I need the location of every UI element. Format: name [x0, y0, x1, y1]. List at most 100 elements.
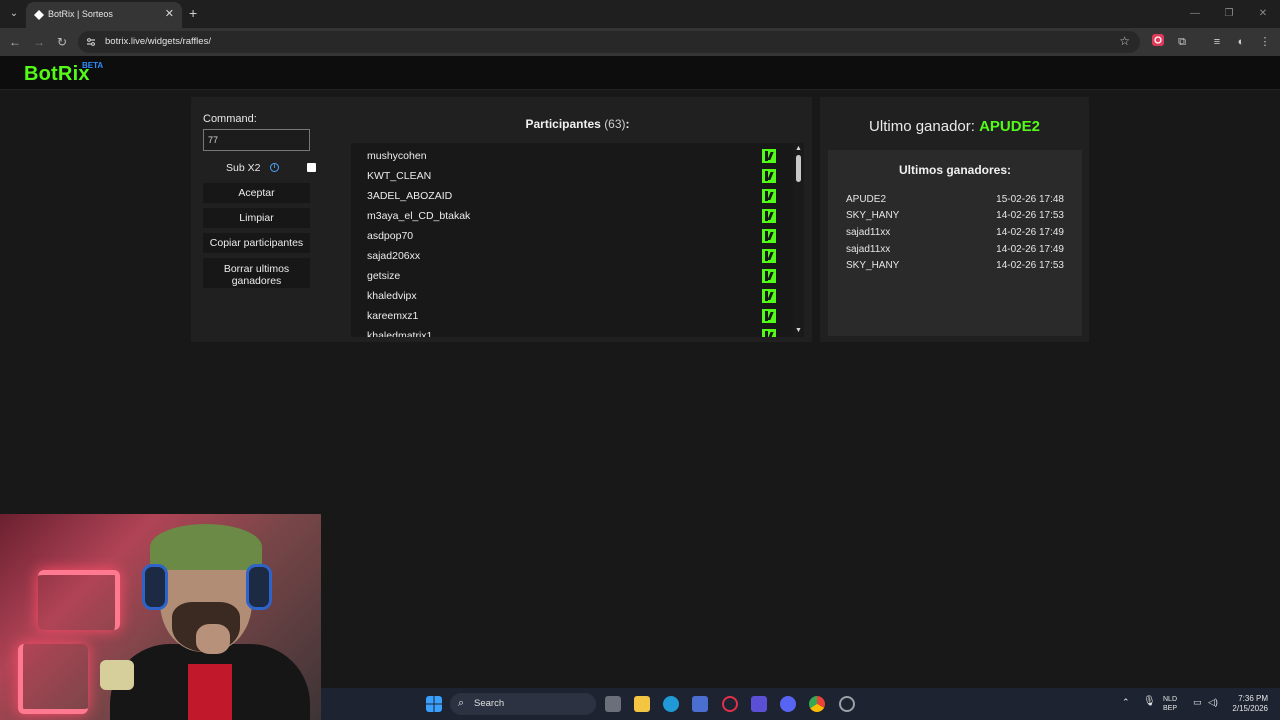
- chrome-menu-icon[interactable]: ⋮: [1257, 34, 1273, 50]
- copy-participants-button[interactable]: Copiar participantes: [203, 233, 310, 253]
- bookmark-star-icon[interactable]: ☆: [1119, 34, 1130, 48]
- kick-icon: [762, 249, 776, 263]
- store-icon[interactable]: [692, 696, 708, 712]
- scroll-thumb[interactable]: [796, 155, 801, 182]
- recent-winners-box: Ultimos ganadores: APUDE2 15-02-26 17:48 …: [828, 150, 1082, 336]
- media-controls-icon[interactable]: ≡: [1209, 34, 1225, 50]
- winner-row: APUDE2 15-02-26 17:48: [846, 192, 1064, 208]
- list-item: mushycohen: [351, 145, 793, 165]
- last-winner-name: APUDE2: [979, 118, 1040, 135]
- opera-icon[interactable]: [722, 696, 738, 712]
- settings-app-icon[interactable]: [839, 696, 855, 712]
- kick-icon: [762, 189, 776, 203]
- participant-name: kareemxz1: [367, 310, 419, 322]
- neon-light: [38, 570, 120, 630]
- windows-start-icon[interactable]: [426, 696, 442, 712]
- delete-last-winners-button[interactable]: Borrar ultimos ganadores: [203, 258, 310, 288]
- taskbar-search-placeholder: Search: [474, 698, 505, 709]
- back-icon[interactable]: ←: [7, 34, 23, 50]
- forward-icon[interactable]: →: [31, 34, 47, 50]
- volume-icon[interactable]: ◁): [1208, 698, 1218, 707]
- task-view-icon[interactable]: [605, 696, 621, 712]
- app-play-icon[interactable]: [751, 696, 767, 712]
- profile-icon[interactable]: ◐: [1233, 34, 1249, 50]
- search-icon: ⌕: [458, 697, 465, 709]
- info-icon[interactable]: i: [270, 163, 279, 172]
- streamer-shirt: [188, 664, 232, 720]
- browser-tab[interactable]: BotRix | Sorteos ✕: [26, 2, 182, 28]
- list-item: khaledmatrix1: [351, 325, 793, 337]
- winner-row: SKY_HANY 14-02-26 17:53: [846, 208, 1064, 224]
- winner-row-name: sajad11xx: [846, 244, 891, 255]
- beta-badge: BETA: [82, 61, 104, 70]
- webcam-overlay: [0, 514, 321, 720]
- participants-title: Participantes (63):: [350, 117, 805, 131]
- tray-chevron-icon[interactable]: ⌃: [1122, 698, 1130, 707]
- scroll-down-arrow-icon[interactable]: ▼: [793, 327, 804, 334]
- edge-icon[interactable]: [663, 696, 679, 712]
- site-header: BotRix BETA: [0, 56, 1280, 90]
- minimize-icon[interactable]: —: [1178, 0, 1212, 28]
- streamer-cap: [150, 524, 262, 570]
- winner-row: sajad11xx 14-02-26 17:49: [846, 242, 1064, 258]
- language-indicator[interactable]: NLD BEP: [1163, 695, 1177, 713]
- kick-icon: [762, 309, 776, 323]
- botrix-logo[interactable]: BotRix: [24, 63, 90, 86]
- scroll-up-arrow-icon[interactable]: ▲: [793, 145, 804, 152]
- kick-icon: [762, 169, 776, 183]
- accept-button[interactable]: Aceptar: [203, 183, 310, 203]
- site-info-icon[interactable]: [86, 37, 96, 47]
- list-item: khaledvipx: [351, 285, 793, 305]
- sub-x2-label: Sub X2: [226, 162, 261, 174]
- sub-x2-checkbox[interactable]: [307, 163, 316, 172]
- browser-toolbar: ← → ↻ botrix.live/widgets/raffles/ ☆ ⧉ ≡…: [0, 28, 1280, 56]
- participants-colon: :: [625, 117, 630, 131]
- participants-scrollbar[interactable]: ▲ ▼: [793, 143, 804, 337]
- winner-row-time: 14-02-26 17:49: [996, 244, 1064, 255]
- address-bar[interactable]: botrix.live/widgets/raffles/ ☆: [78, 31, 1140, 53]
- headset-left: [142, 564, 168, 610]
- delete-button-line2: ganadores: [231, 274, 282, 287]
- clear-button[interactable]: Limpiar: [203, 208, 310, 228]
- winner-row-time: 14-02-26 17:53: [996, 210, 1064, 221]
- file-explorer-icon[interactable]: [634, 696, 650, 712]
- streamer-hand: [196, 624, 230, 654]
- new-tab-icon[interactable]: +: [189, 5, 197, 21]
- taskbar-clock[interactable]: 7:36 PM 2/15/2026: [1232, 694, 1268, 714]
- list-item: kareemxz1: [351, 305, 793, 325]
- participants-count: (63): [604, 117, 626, 131]
- participant-name: asdpop70: [367, 230, 414, 242]
- list-item: getsize: [351, 265, 793, 285]
- tab-close-icon[interactable]: ✕: [165, 7, 174, 20]
- last-winner-heading: Ultimo ganador: APUDE2: [820, 118, 1089, 135]
- command-input[interactable]: [203, 129, 310, 151]
- winner-row-name: SKY_HANY: [846, 260, 900, 271]
- winner-row-name: APUDE2: [846, 194, 887, 205]
- discord-icon[interactable]: [780, 696, 796, 712]
- command-label: Command:: [203, 113, 257, 125]
- maximize-icon[interactable]: ❐: [1212, 0, 1246, 28]
- winner-row-name: sajad11xx: [846, 227, 891, 238]
- participant-name: 3ADEL_ABOZAID: [367, 190, 453, 202]
- tab-search-chevron-icon[interactable]: ⌄: [6, 6, 22, 22]
- extension-red-icon[interactable]: [1150, 34, 1166, 50]
- microphone-icon[interactable]: 🎙: [1143, 697, 1156, 707]
- participant-name: khaledmatrix1: [367, 330, 433, 337]
- participants-list[interactable]: mushycohen KWT_CLEAN 3ADEL_ABOZAID m3aya…: [351, 143, 793, 337]
- language-top: NLD: [1163, 696, 1178, 703]
- list-item: KWT_CLEAN: [351, 165, 793, 185]
- participant-name: getsize: [367, 270, 401, 282]
- chrome-icon[interactable]: [809, 696, 825, 712]
- extensions-puzzle-icon[interactable]: ⧉: [1174, 34, 1190, 50]
- taskbar-search[interactable]: ⌕ Search: [450, 693, 596, 715]
- network-icon[interactable]: ▭: [1193, 698, 1202, 707]
- neon-light: [18, 644, 88, 714]
- reload-icon[interactable]: ↻: [54, 34, 70, 50]
- close-window-icon[interactable]: ✕: [1246, 0, 1280, 28]
- kick-icon: [762, 229, 776, 243]
- url-text: botrix.live/widgets/raffles/: [105, 36, 211, 47]
- winner-row-time: 14-02-26 17:49: [996, 227, 1064, 238]
- last-winner-label: Ultimo ganador:: [869, 118, 975, 135]
- list-item: m3aya_el_CD_btakak: [351, 205, 793, 225]
- winner-row-time: 15-02-26 17:48: [996, 194, 1064, 205]
